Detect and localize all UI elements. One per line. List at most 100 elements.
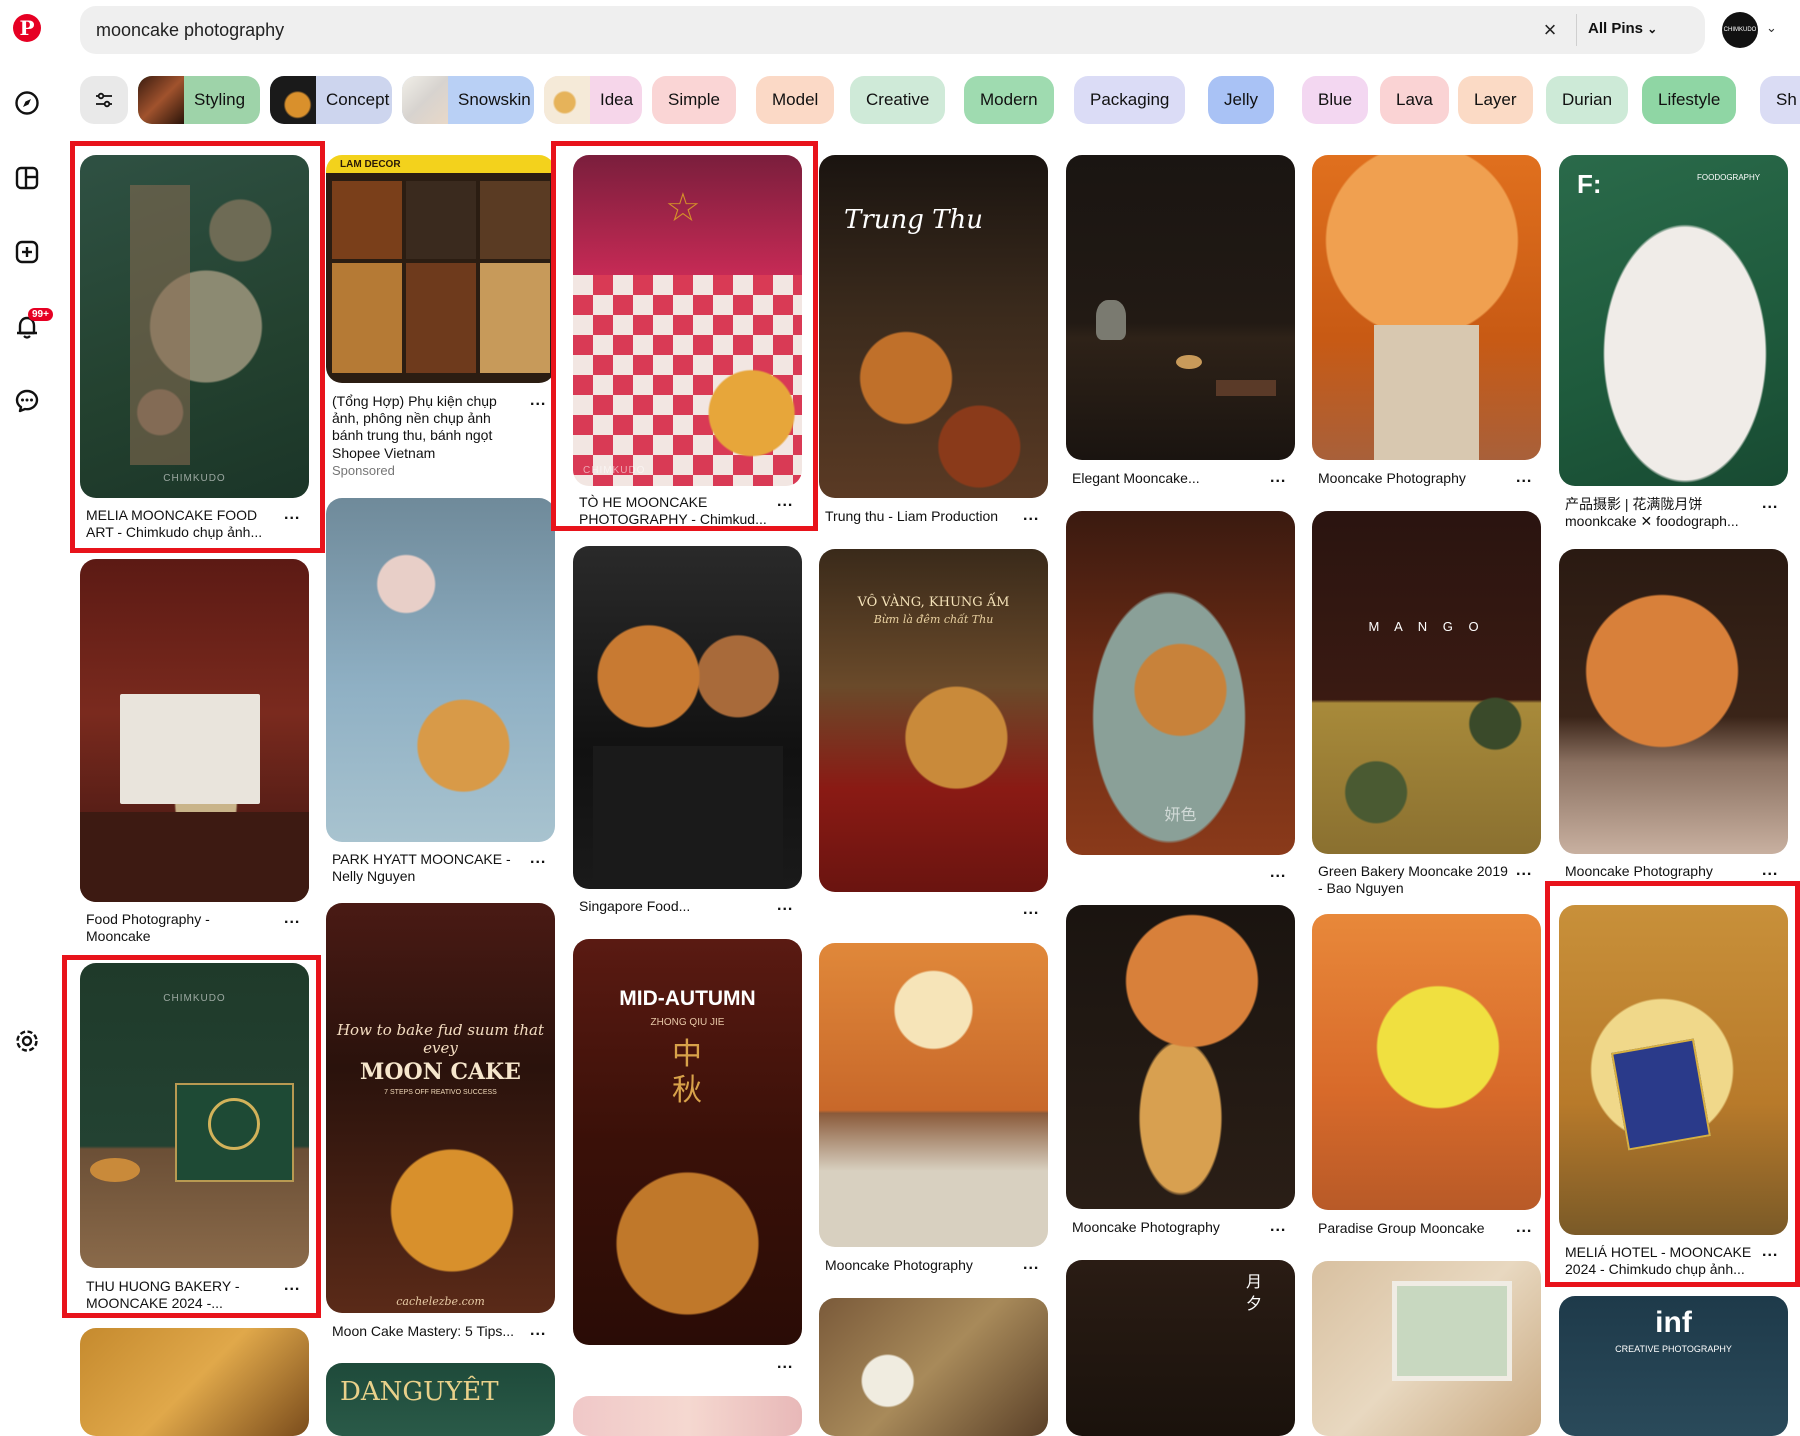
pin-more-button[interactable]: ... [1762,1243,1778,1261]
pin-image[interactable] [80,1328,309,1436]
chip-idea[interactable]: Idea [544,76,642,124]
account-chevron-down-icon[interactable]: ⌄ [1766,20,1777,36]
chip-label: Sh [1776,90,1797,109]
chip-partial[interactable]: Sh [1760,76,1800,124]
chip-blue[interactable]: Blue [1302,76,1369,124]
chip-simple[interactable]: Simple [652,76,736,124]
pin-image[interactable] [1559,905,1788,1235]
pin-image[interactable]: MID-AUTUMN ZHONG QIU JIE 中秋 [573,939,802,1345]
chip-layer[interactable]: Layer [1458,76,1533,124]
pin-more-button[interactable]: ... [530,1322,546,1340]
pinterest-logo[interactable]: P [13,14,41,42]
pin-title[interactable]: Food Photography - Mooncake [86,911,266,945]
chip-model[interactable]: Model [756,76,835,124]
clear-search-icon[interactable]: × [1536,16,1564,44]
search-input[interactable]: mooncake photography [96,20,284,41]
pin-more-button[interactable]: ... [284,910,300,928]
pin-title[interactable]: Elegant Mooncake... [1072,470,1262,487]
pin-image[interactable]: F: FOODOGRAPHY [1559,155,1788,486]
pin-more-button[interactable]: ... [284,1277,300,1295]
chip-snowskin[interactable]: Snowskin [402,76,534,124]
pin-more-button[interactable]: ... [1023,901,1039,919]
pin-image[interactable] [1312,1261,1541,1436]
pin-title[interactable]: MELIA MOONCAKE FOOD ART - Chimkudo chụp … [86,507,286,541]
settings-icon[interactable] [12,1026,42,1056]
pin-more-button[interactable]: ... [1516,1219,1532,1237]
pin-title[interactable]: TÒ HE MOONCAKE PHOTOGRAPHY - Chimkud... [579,494,769,528]
pin-image[interactable]: CHIMKUDO [80,963,309,1268]
pin-more-button[interactable]: ... [1762,862,1778,880]
pin-title[interactable]: Green Bakery Mooncake 2019 - Bao Nguyen [1318,863,1508,897]
pin-image[interactable] [1066,905,1295,1209]
pin-title[interactable]: 产品摄影 | 花满陇月饼 moonkcake ✕ foodograph... [1565,496,1760,530]
pin-image[interactable]: Trung Thu [819,155,1048,498]
pin-title[interactable]: Mooncake Photography [1318,470,1508,487]
pin-image[interactable]: DANGUYÊT [326,1363,555,1436]
pin-brand[interactable]: Shopee Vietnam [332,445,522,462]
explore-icon[interactable] [12,88,42,118]
pin-image[interactable] [326,498,555,842]
pin-more-button[interactable]: ... [530,850,546,868]
pin-title[interactable]: Singapore Food... [579,898,769,915]
pin-title[interactable]: Paradise Group Mooncake [1318,1220,1508,1237]
chip-lava[interactable]: Lava [1380,76,1449,124]
search-bar[interactable]: mooncake photography × All Pins ⌄ [80,6,1705,54]
pin-more-button[interactable]: ... [777,493,793,511]
pin-more-button[interactable]: ... [1270,1218,1286,1236]
pin-title[interactable]: THU HUONG BAKERY - MOONCAKE 2024 -... [86,1278,266,1312]
pin-more-button[interactable]: ... [1023,507,1039,525]
chip-label: Model [772,90,819,109]
pin-image[interactable]: 月 夕 [1066,1260,1295,1436]
chip-concept[interactable]: Concept [270,76,392,124]
pin-more-button[interactable]: ... [1516,469,1532,487]
create-icon[interactable] [12,237,42,267]
pin-title[interactable]: Trung thu - Liam Production [825,508,1015,525]
pin-image[interactable] [573,1396,802,1436]
pin-image[interactable]: M A N G O [1312,511,1541,854]
pin-image[interactable] [1312,914,1541,1210]
pin-title[interactable]: Mooncake Photography [825,1257,1015,1274]
avatar[interactable]: CHIMKUDO [1722,12,1758,48]
pin-image[interactable] [80,559,309,902]
chip-thumbnail [402,76,448,124]
pin-image[interactable]: inf CREATIVE PHOTOGRAPHY [1559,1296,1788,1436]
pin-image[interactable] [819,1298,1048,1436]
pin-image[interactable]: CHIMKUDO [80,155,309,498]
pin-image[interactable]: VÔ VÀNG, KHUNG ẤM Bừm là đêm chất Thu [819,549,1048,892]
messages-icon[interactable] [12,386,42,416]
boards-icon[interactable] [12,163,42,193]
chip-modern[interactable]: Modern [964,76,1054,124]
pin-title[interactable]: MELIÁ HOTEL - MOONCAKE 2024 - Chimkudo c… [1565,1244,1760,1278]
pin-more-button[interactable]: ... [1270,864,1286,882]
pin-image[interactable]: How to bake fud suum that evey MOON CAKE… [326,903,555,1313]
chip-durian[interactable]: Durian [1546,76,1629,124]
pin-more-button[interactable]: ... [777,1355,793,1373]
pin-more-button[interactable]: ... [1516,862,1532,880]
pin-image[interactable]: 妍色 [1066,511,1295,855]
pin-image[interactable] [1312,155,1541,460]
pin-title[interactable]: PARK HYATT MOONCAKE - Nelly Nguyen [332,851,522,885]
pin-image[interactable] [1559,549,1788,854]
all-pins-dropdown[interactable]: All Pins ⌄ [1588,20,1657,37]
pin-image[interactable]: LAM DECOR [326,155,555,383]
pin-title[interactable]: Mooncake Photography [1565,863,1755,880]
pin-more-button[interactable]: ... [284,506,300,524]
pin-more-button[interactable]: ... [530,392,546,410]
pin-more-button[interactable]: ... [1023,1256,1039,1274]
chip-lifestyle[interactable]: Lifestyle [1642,76,1737,124]
pin-title[interactable]: Moon Cake Mastery: 5 Tips... [332,1323,522,1340]
pin-image[interactable] [1066,155,1295,460]
pin-more-button[interactable]: ... [1762,495,1778,513]
pin-image[interactable] [819,943,1048,1247]
chip-creative[interactable]: Creative [850,76,946,124]
pin-image[interactable]: ☆ CHIMKUDO [573,155,802,486]
pin-title[interactable]: (Tổng Hợp) Phụ kiện chụp ảnh, phông nền … [332,393,522,444]
chip-styling[interactable]: Styling [138,76,260,124]
pin-title[interactable]: Mooncake Photography [1072,1219,1262,1236]
chip-packaging[interactable]: Packaging [1074,76,1186,124]
pin-more-button[interactable]: ... [777,897,793,915]
pin-image[interactable] [573,546,802,889]
pin-more-button[interactable]: ... [1270,469,1286,487]
filter-settings-button[interactable] [80,76,128,124]
chip-jelly[interactable]: Jelly [1208,76,1275,124]
